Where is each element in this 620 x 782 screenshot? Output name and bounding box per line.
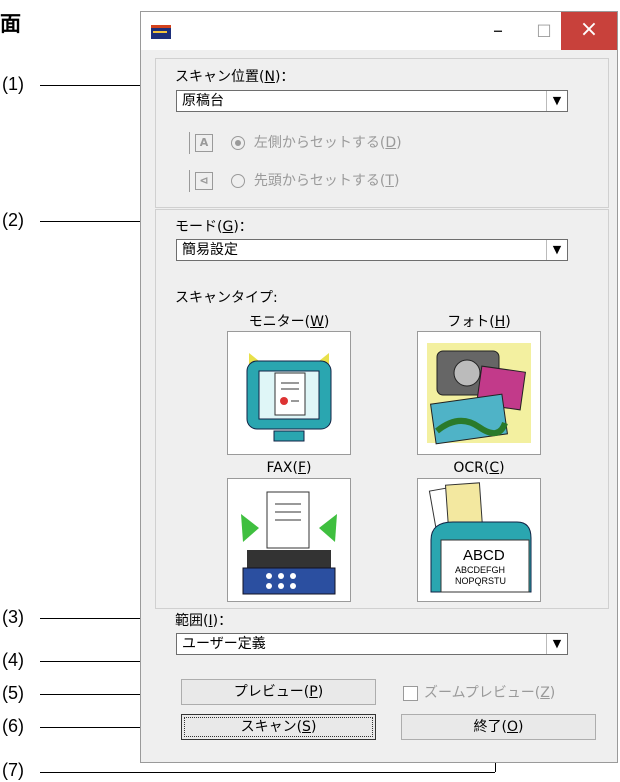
ocr-text-line-2: ABCDEFGH — [455, 565, 505, 575]
feed-left-icon: A — [187, 132, 215, 154]
radio-left-set[interactable]: A 左側からセットする(D) — [187, 132, 402, 154]
ocr-icon: ABCD ABCDEFGH NOPQRSTU — [428, 482, 532, 593]
scan-position-label: スキャン位置(N)： — [175, 69, 295, 85]
twain-app-icon — [151, 25, 171, 39]
feed-top-icon: ⊲ — [187, 170, 215, 192]
scan-type-photo-button[interactable] — [417, 331, 541, 455]
minimize-button[interactable]: – — [475, 12, 521, 50]
callout-2: (2) — [2, 210, 24, 230]
callout-4: (4) — [2, 650, 24, 670]
ocr-label: OCR(C) — [453, 460, 505, 476]
photo-icon — [427, 343, 531, 445]
callout-1: (1) — [2, 74, 24, 94]
scan-position-select[interactable]: 原稿台 ▼ — [176, 90, 568, 112]
range-value: ユーザー定義 — [182, 636, 266, 652]
callout-6: (6) — [2, 716, 24, 736]
fax-icon — [241, 491, 337, 595]
chevron-down-icon[interactable]: ▼ — [546, 634, 567, 654]
callout-5: (5) — [2, 683, 24, 703]
scan-type-monitor-button[interactable] — [227, 331, 351, 455]
chevron-down-icon[interactable]: ▼ — [546, 240, 567, 260]
photo-label: フォト(H) — [447, 314, 511, 330]
callout-3: (3) — [2, 607, 24, 627]
scan-type-label: スキャンタイプ: — [175, 290, 278, 306]
fax-label: FAX(F) — [266, 460, 312, 476]
range-label: 範囲(I)： — [175, 613, 233, 629]
radio-left-set-dot[interactable] — [231, 136, 246, 150]
scan-position-value: 原稿台 — [182, 93, 224, 109]
range-select[interactable]: ユーザー定義 ▼ — [176, 633, 568, 655]
scan-button[interactable]: スキャン(S) — [181, 714, 376, 740]
twain-scan-dialog: – □ × スキャン位置(N)： 原稿台 ▼ A 左側からセットする(D) ⊲ … — [140, 11, 618, 763]
mode-label: モード(G)： — [175, 219, 253, 235]
title-bar[interactable]: – □ × — [141, 12, 617, 50]
callout-7-line — [40, 772, 495, 773]
radio-top-set[interactable]: ⊲ 先頭からセットする(T) — [187, 170, 399, 192]
mode-value: 簡易設定 — [182, 242, 238, 258]
chevron-down-icon[interactable]: ▼ — [546, 91, 567, 111]
exit-button[interactable]: 終了(O) — [401, 714, 596, 740]
mode-select[interactable]: 簡易設定 ▼ — [176, 239, 568, 261]
zoom-preview-checkbox[interactable]: ズームプレビュー(Z) — [403, 682, 555, 702]
scan-type-fax-button[interactable] — [227, 478, 351, 602]
radio-top-set-dot[interactable] — [231, 174, 246, 188]
scan-type-ocr-button[interactable]: ABCD ABCDEFGH NOPQRSTU — [417, 478, 541, 602]
checkbox-icon[interactable] — [403, 685, 418, 701]
close-button[interactable]: × — [561, 12, 617, 50]
callout-7: (7) — [2, 760, 24, 780]
ocr-text-line-3: NOPQRSTU — [455, 576, 506, 586]
page-heading: 面 — [0, 12, 22, 36]
monitor-icon — [246, 353, 332, 442]
monitor-label: モニター(W) — [248, 314, 330, 330]
preview-button[interactable]: プレビュー(P) — [181, 679, 376, 705]
ocr-text-line-1: ABCD — [463, 547, 505, 564]
